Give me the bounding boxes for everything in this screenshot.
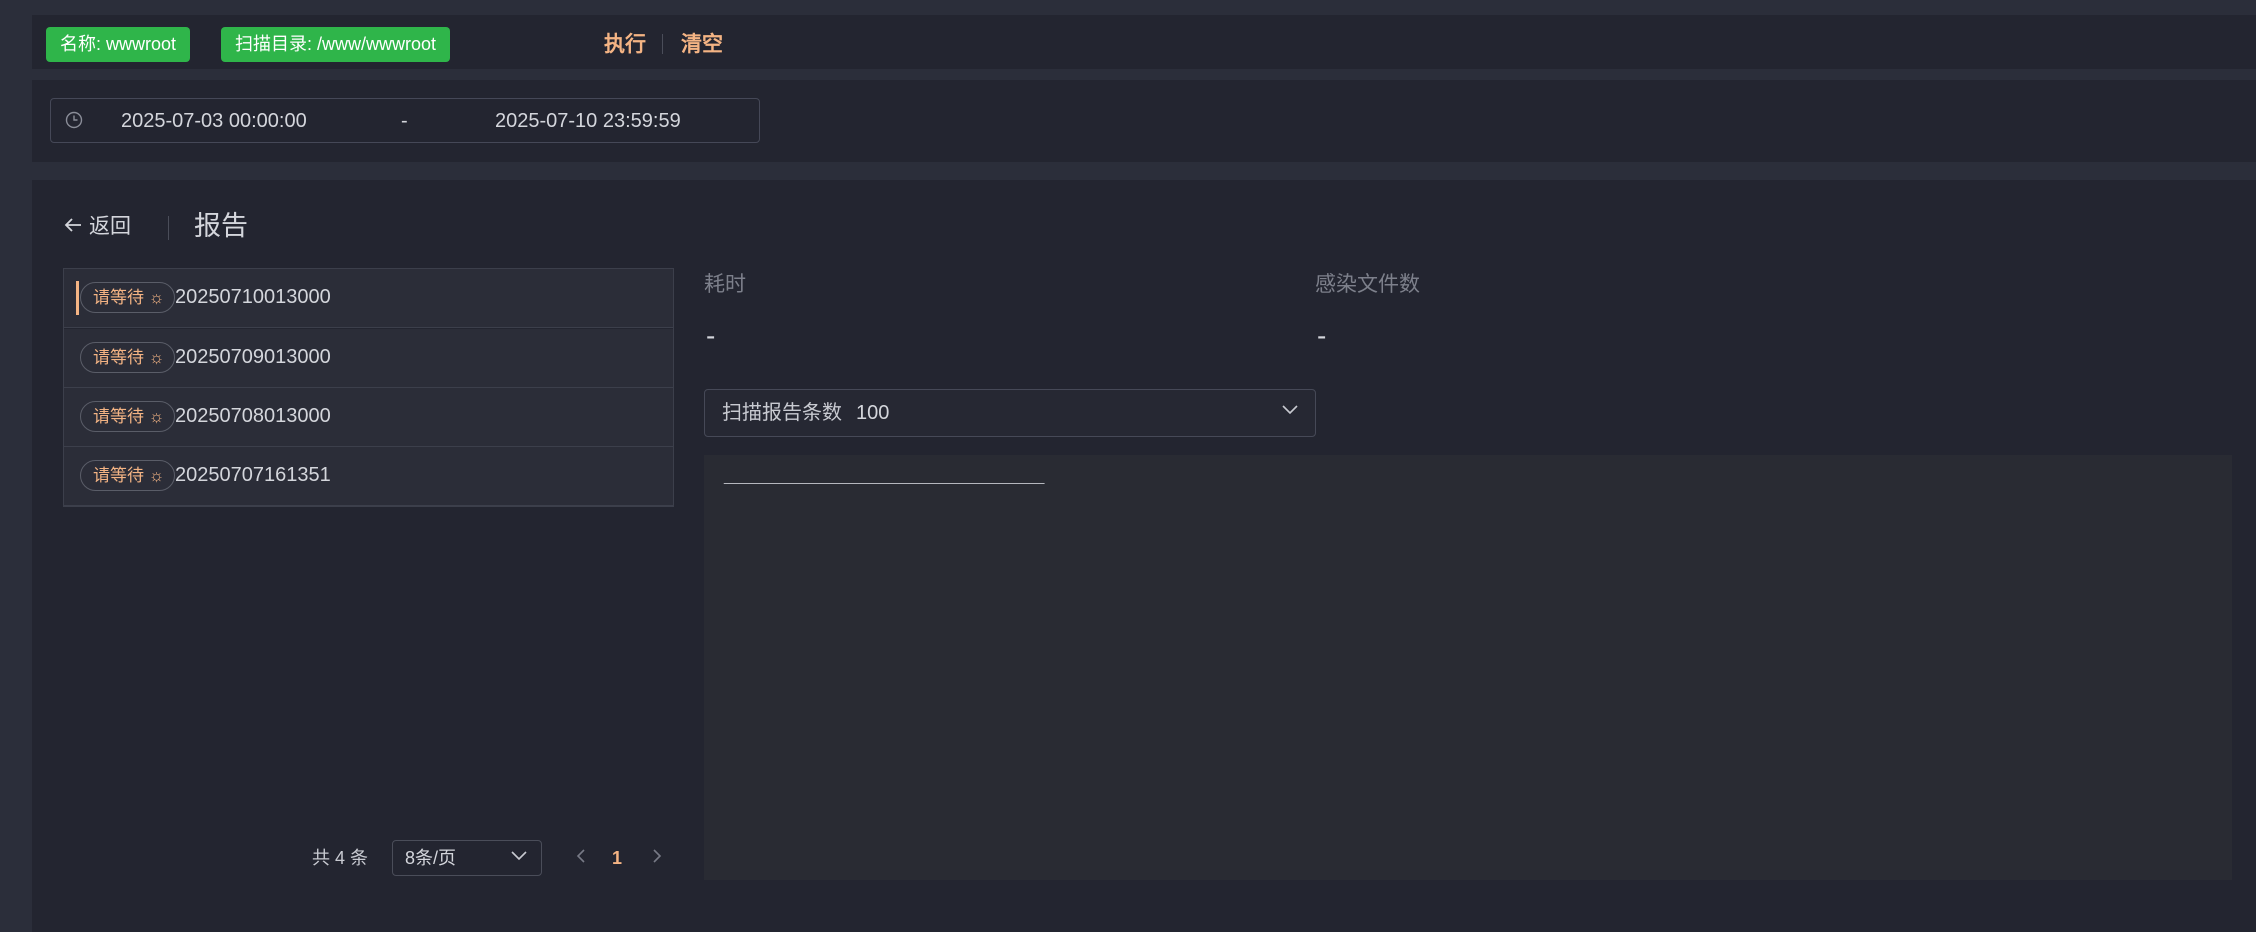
clear-button[interactable]: 清空 [681, 27, 723, 62]
start-date[interactable]: 2025-07-03 00:00:00 [121, 99, 307, 144]
name-tag: 名称: wwwroot [46, 27, 191, 62]
status-badge: 请等待 ☼ [80, 342, 176, 373]
back-label: 返回 [89, 215, 131, 238]
status-text: 请等待 [93, 348, 144, 367]
list-item[interactable]: 请等待 ☼ 20250710013000 [64, 269, 673, 328]
back-button[interactable]: 返回 [63, 212, 131, 242]
report-id: 20250710013000 [175, 286, 331, 308]
report-id: 20250709013000 [175, 346, 331, 368]
next-page-button[interactable] [652, 847, 662, 869]
loading-icon: ☼ [144, 466, 165, 485]
report-panel: 返回 报告 请等待 ☼ 20250710013000 请等待 ☼ 2025070… [32, 180, 2256, 932]
status-badge: 请等待 ☼ [80, 401, 176, 432]
prev-page-button[interactable] [576, 847, 586, 869]
top-toolbar: 名称: wwwroot 扫描目录: /www/wwwroot 执行 清空 [32, 15, 2256, 69]
scan-dir-tag: 扫描目录: /www/wwwroot [221, 27, 451, 62]
duration-label: 耗时 [704, 273, 746, 296]
report-count-value: 100 [856, 402, 890, 424]
pagination-total: 共 4 条 [312, 848, 369, 868]
report-count-label: 扫描报告条数 [722, 402, 842, 424]
chevron-down-icon [511, 851, 527, 861]
status-text: 请等待 [93, 288, 144, 307]
report-id: 20250707161351 [175, 464, 331, 486]
report-list: 请等待 ☼ 20250710013000 请等待 ☼ 2025070901300… [63, 268, 674, 507]
clock-icon [65, 111, 83, 129]
date-separator: - [401, 110, 408, 132]
loading-icon: ☼ [144, 348, 165, 367]
chevron-left-icon [576, 849, 585, 863]
infected-files-value: - [1317, 320, 1327, 351]
infected-files-label: 感染文件数 [1315, 273, 1420, 296]
chevron-right-icon [653, 849, 662, 863]
duration-value: - [706, 320, 716, 351]
status-badge: 请等待 ☼ [80, 460, 176, 491]
report-output: ____________________________________ [704, 455, 2232, 880]
status-text: 请等待 [93, 407, 144, 426]
report-id: 20250708013000 [175, 405, 331, 427]
list-item[interactable]: 请等待 ☼ 20250709013000 [64, 329, 673, 388]
status-badge: 请等待 ☼ [80, 282, 176, 313]
date-filter-panel: 2025-07-03 00:00:00 - 2025-07-10 23:59:5… [32, 80, 2256, 162]
status-text: 请等待 [93, 466, 144, 485]
loading-icon: ☼ [144, 288, 165, 307]
list-item[interactable]: 请等待 ☼ 20250708013000 [64, 388, 673, 447]
report-output-line: ____________________________________ [724, 468, 1045, 485]
loading-icon: ☼ [144, 407, 165, 426]
report-count-select[interactable]: 扫描报告条数 100 [704, 389, 1316, 437]
page-size-select[interactable]: 8条/页 [392, 840, 542, 876]
date-range-picker[interactable]: 2025-07-03 00:00:00 - 2025-07-10 23:59:5… [50, 98, 760, 143]
page-size-value: 8条/页 [405, 848, 457, 868]
page-title: 报告 [194, 211, 248, 241]
end-date[interactable]: 2025-07-10 23:59:59 [495, 99, 681, 144]
arrow-left-icon [63, 212, 89, 242]
list-item[interactable]: 请等待 ☼ 20250707161351 [64, 447, 673, 506]
divider [168, 216, 169, 240]
chevron-down-icon [1282, 405, 1298, 415]
execute-button[interactable]: 执行 [604, 27, 646, 62]
divider [662, 34, 663, 54]
page-number[interactable]: 1 [612, 846, 622, 870]
